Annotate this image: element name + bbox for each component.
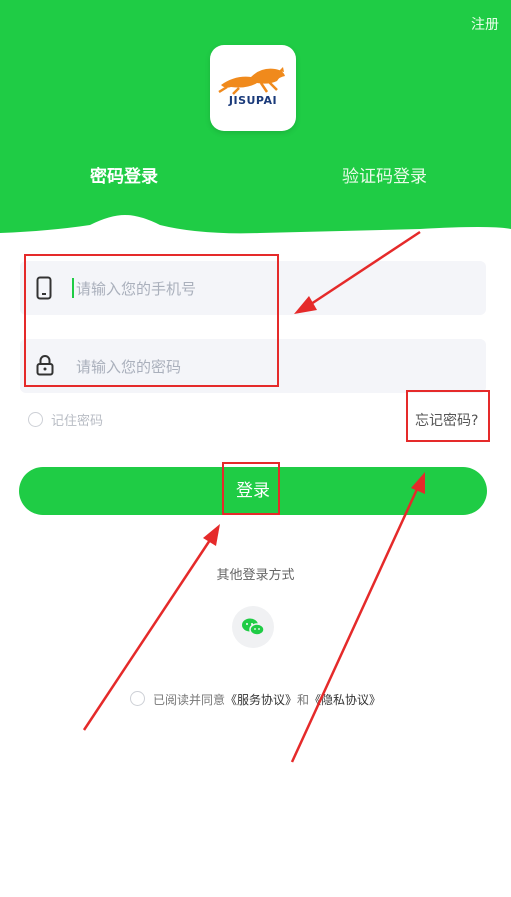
annotation-arrows bbox=[82, 230, 425, 763]
